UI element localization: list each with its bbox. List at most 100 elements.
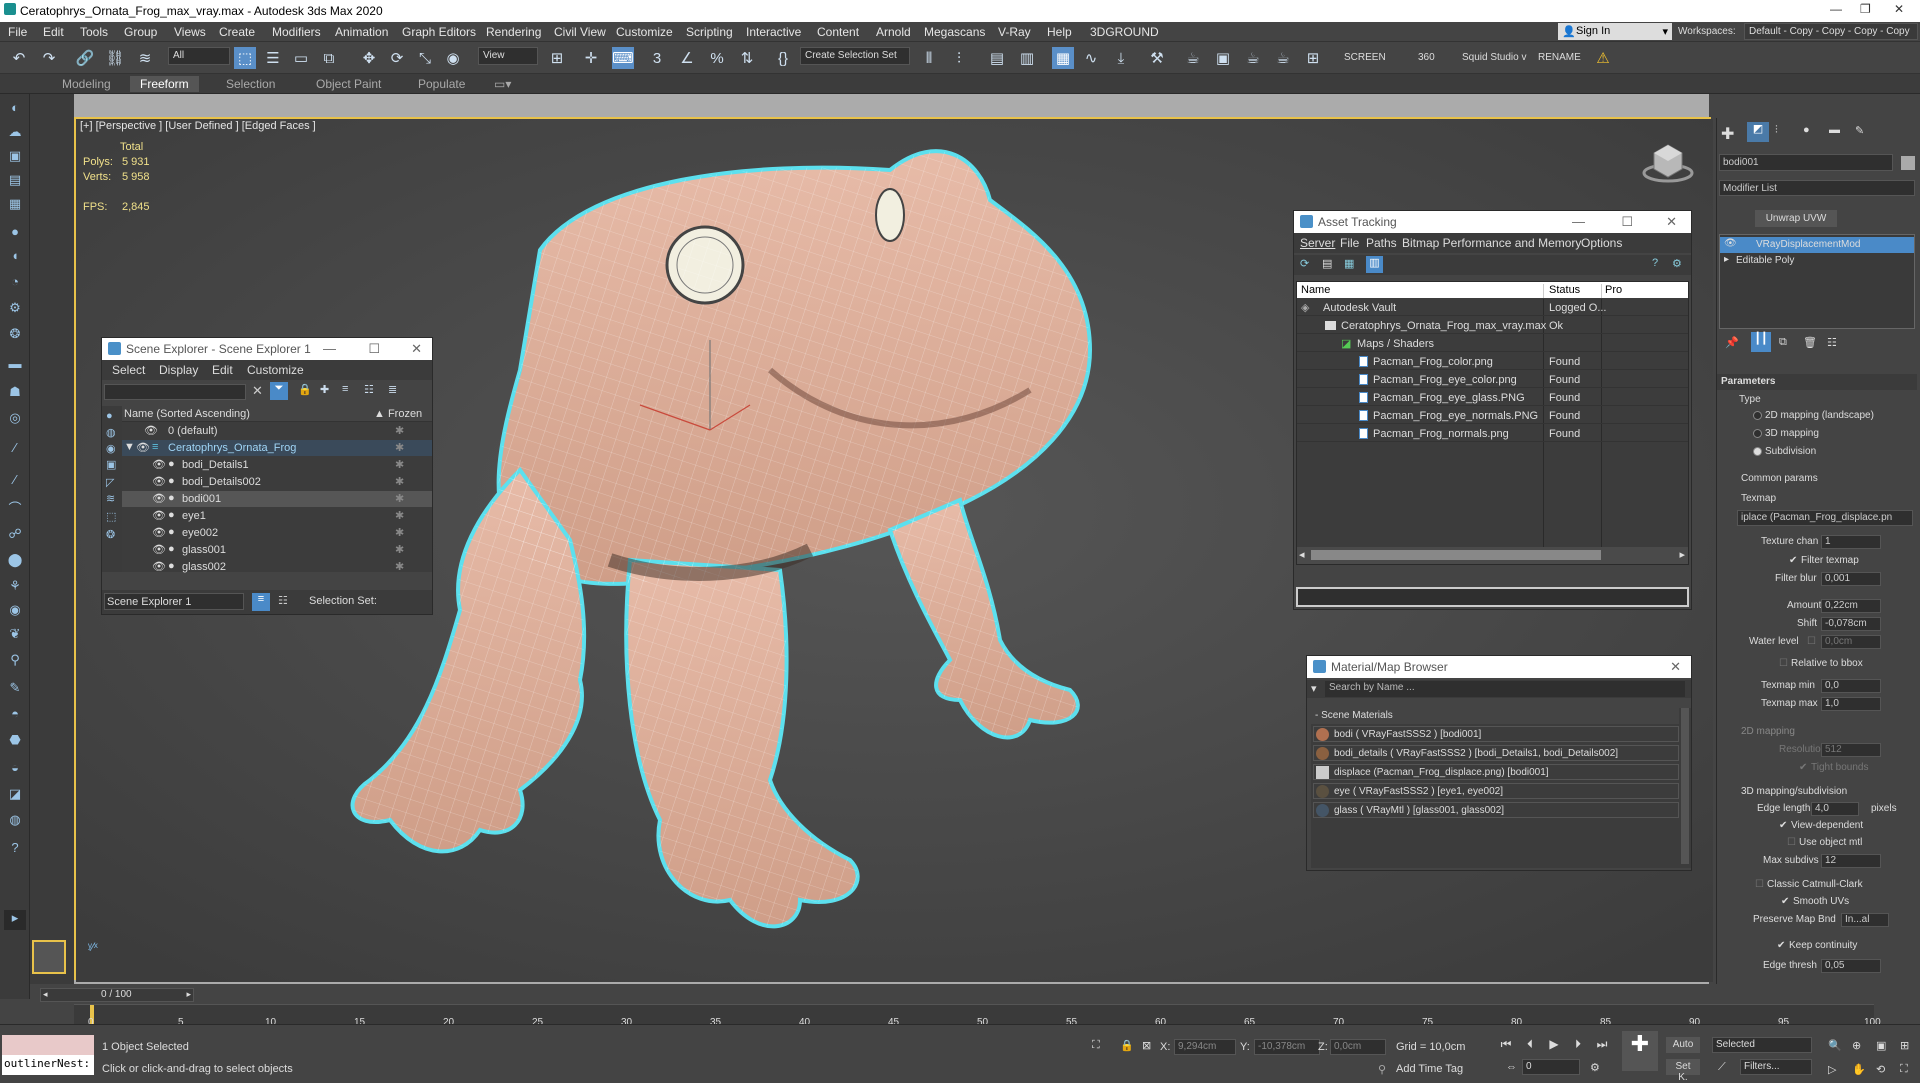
fov-icon[interactable]: ▷ (1828, 1063, 1836, 1076)
list-item[interactable]: 👁 ● glass001 ✱ (122, 542, 432, 558)
viewcube[interactable] (1640, 135, 1696, 185)
scroll-left-icon[interactable]: ◂ (1299, 548, 1305, 561)
list-item[interactable]: ▼ 👁 ≡ Ceratophrys_Ornata_Frog ✱ (122, 440, 432, 456)
geometry-filter-icon[interactable]: ● (106, 410, 113, 422)
se-search-field[interactable] (104, 384, 246, 400)
layer-explorer-icon[interactable]: ▤ (986, 47, 1008, 69)
smooth-uvs-checkbox[interactable]: ✔ (1781, 897, 1790, 907)
mini-viewport-thumb[interactable] (32, 940, 66, 974)
list-item[interactable]: eye ( VRayFastSSS2 ) [eye1, eye002] (1313, 783, 1679, 799)
set-key-big-icon[interactable]: ✚ (1622, 1031, 1658, 1071)
freeze-icon[interactable]: ✱ (395, 526, 404, 539)
zoom-extents-all-icon[interactable]: ⊞ (1900, 1039, 1909, 1052)
tool-icon-14[interactable]: ⁄ (4, 440, 26, 460)
at-menu-options[interactable]: Options (1581, 236, 1622, 250)
view-dependent-checkbox[interactable]: ✔ (1779, 821, 1788, 831)
menu-megascans[interactable]: Megascans (924, 25, 985, 39)
tool-icon-16[interactable]: ⌒ (4, 498, 26, 518)
stack-item-vraydisplacement[interactable]: 👁 VRayDisplacementMod (1720, 237, 1914, 253)
edge-length-spinner[interactable]: 4,0 (1811, 802, 1859, 816)
freeze-icon[interactable]: ✱ (395, 560, 404, 573)
tool-icon-21[interactable]: ❦ (4, 626, 26, 646)
select-manipulate-icon[interactable]: ✛ (580, 47, 602, 69)
filter-blur-spinner[interactable]: 0,001 (1821, 572, 1881, 586)
x-coordinate-field[interactable]: 9,294cm (1174, 1039, 1236, 1055)
absolute-mode-icon[interactable]: ⊠ (1142, 1039, 1151, 1052)
table-row[interactable]: ◪ Maps / Shaders (1297, 336, 1688, 352)
maximize-icon[interactable]: ☐ (1621, 214, 1633, 230)
help-icon[interactable]: ? (1652, 257, 1658, 269)
y-coordinate-field[interactable]: -10,378cm (1254, 1039, 1320, 1055)
list-item[interactable]: displace (Pacman_Frog_displace.png) [bod… (1313, 764, 1679, 780)
parameters-rollout[interactable]: Parameters (1717, 374, 1917, 390)
prev-key-icon[interactable]: ⏴ (1522, 1037, 1538, 1053)
list-item[interactable]: bodi_details ( VRayFastSSS2 ) [bodi_Deta… (1313, 745, 1679, 761)
filter-texmap-checkbox[interactable]: ✔ (1789, 556, 1798, 566)
table-row[interactable]: Pacman_Frog_normals.png Found (1297, 426, 1688, 442)
menu-vray[interactable]: V-Ray (998, 25, 1031, 39)
scale-icon[interactable]: ⤡ (414, 47, 436, 69)
maximize-viewport-icon[interactable]: ⛶ (1900, 1063, 1908, 1076)
remove-modifier-icon[interactable]: 🗑 (1803, 336, 1817, 349)
goto-start-icon[interactable]: ⏮ (1498, 1037, 1514, 1053)
list-item[interactable]: 👁 ● glass002 ✱ (122, 559, 432, 575)
list-item[interactable]: 👁 ● bodi001 ✱ (122, 491, 432, 507)
se-menu-display[interactable]: Display (159, 363, 198, 377)
eye-visibility-icon[interactable]: 👁 (152, 492, 166, 505)
asset-tracking-titlebar[interactable]: Asset Tracking — ☐ ✕ (1294, 211, 1691, 233)
filters-button[interactable]: Filters... (1740, 1059, 1812, 1075)
scrollbar-thumb[interactable] (1311, 550, 1601, 560)
utilities-tab-icon[interactable]: ✎ (1855, 124, 1864, 137)
texture-chan-spinner[interactable]: 1 (1821, 535, 1881, 549)
list-view-icon[interactable]: ▤ (1322, 257, 1332, 270)
list-item[interactable]: 👁 ● eye002 ✱ (122, 525, 432, 541)
goto-end-icon[interactable]: ⏭ (1594, 1037, 1610, 1053)
relative-bbox-checkbox[interactable]: ☐ (1779, 659, 1788, 669)
tool-icon-23[interactable]: ✎ (4, 680, 26, 700)
keyboard-shortcut-icon[interactable]: ⌨ (612, 47, 634, 69)
set-key-button[interactable]: Set K. (1666, 1059, 1700, 1083)
expand-arrow-icon[interactable]: ▸ (1724, 254, 1729, 265)
se-menu-select[interactable]: Select (112, 363, 145, 377)
render-iterative-icon[interactable]: ☕ (1272, 47, 1294, 69)
undo-icon[interactable]: ↶ (8, 47, 30, 69)
freeze-icon[interactable]: ✱ (395, 458, 404, 471)
scene-explorer-icon[interactable]: ▦ (1052, 47, 1074, 69)
bind-space-warp-icon[interactable]: ≋ (134, 47, 156, 69)
tool-icon-24[interactable]: ◓ (4, 706, 26, 726)
tab-object-paint[interactable]: Object Paint (306, 76, 391, 92)
clear-search-icon[interactable]: ✕ (252, 383, 263, 399)
tool-icon-7[interactable]: ◖ (4, 248, 26, 268)
zoom-extents-icon[interactable]: ▣ (1876, 1039, 1886, 1052)
at-col-pro[interactable]: Pro (1605, 284, 1622, 296)
pivot-icon[interactable]: ⊞ (546, 47, 568, 69)
close-icon[interactable]: ✕ (1670, 659, 1681, 675)
water-level-checkbox[interactable]: ☐ (1807, 637, 1816, 647)
tool-icon-18[interactable]: ⬤ (4, 552, 26, 572)
current-frame-field[interactable]: 0 (1522, 1059, 1580, 1075)
table-row[interactable]: Pacman_Frog_color.png Found (1297, 354, 1688, 370)
minimize-icon[interactable]: — (1572, 214, 1585, 229)
tool-icon-17[interactable]: ☍ (4, 526, 26, 546)
add-layer-icon[interactable]: ✚ (320, 383, 329, 396)
rename-label[interactable]: RENAME (1538, 52, 1581, 63)
xref-filter-icon[interactable]: ❂ (106, 528, 115, 541)
list-item[interactable]: 👁 ● bodi_Details002 ✱ (122, 474, 432, 490)
refresh-icon[interactable]: ⟳ (1300, 257, 1309, 270)
menu-tools[interactable]: Tools (80, 25, 108, 39)
link-icon[interactable]: 🔗 (74, 47, 96, 69)
list-item[interactable]: bodi ( VRayFastSSS2 ) [bodi001] (1313, 726, 1679, 742)
eye-visibility-icon[interactable]: 👁 (152, 543, 166, 556)
selection-lock-icon[interactable]: 🔒 (1120, 1039, 1134, 1052)
horizontal-scrollbar[interactable]: ◂ ▸ (1297, 547, 1688, 564)
tool-icon-29[interactable]: ? (4, 840, 26, 860)
menu-3dground[interactable]: 3DGROUND (1090, 25, 1159, 39)
create-tab-icon[interactable]: ✚ (1721, 124, 1734, 144)
camera-filter-icon[interactable]: ▣ (106, 458, 116, 471)
se-menu-customize[interactable]: Customize (247, 363, 304, 377)
table-row[interactable]: Pacman_Frog_eye_normals.PNG Found (1297, 408, 1688, 424)
freeze-icon[interactable]: ✱ (395, 492, 404, 505)
make-unique-icon[interactable]: ⧉ (1779, 336, 1787, 349)
time-tag-icon[interactable]: ⚲ (1378, 1063, 1386, 1076)
menu-views[interactable]: Views (174, 25, 206, 39)
